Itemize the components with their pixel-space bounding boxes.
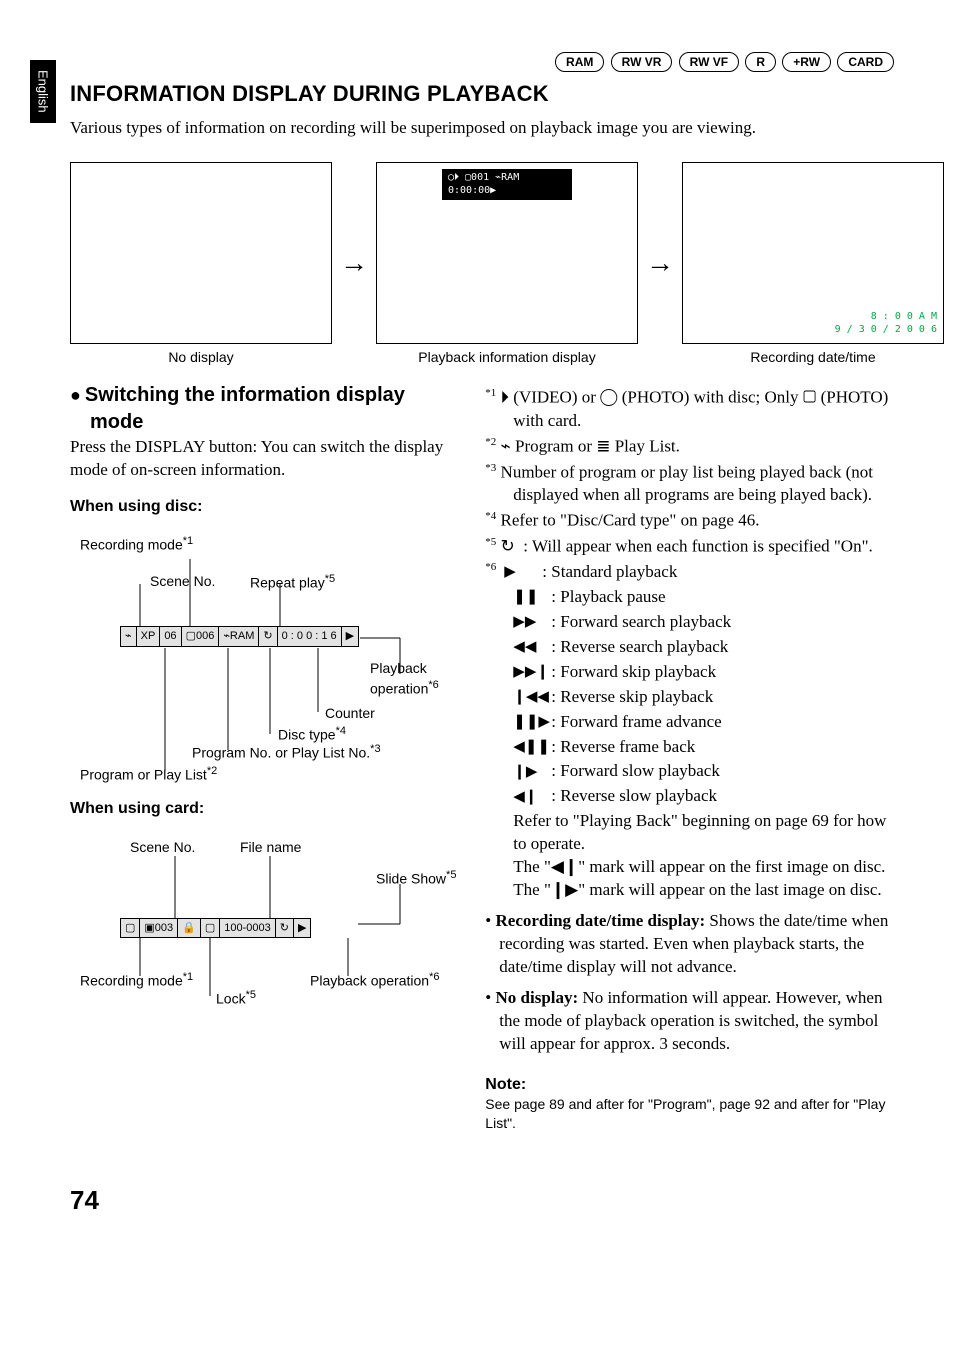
card-osd-bar: ▢ ▣003 🔒 ▢ 100-0003 ↻ ▶ — [120, 918, 311, 939]
label-card-slide-show: Slide Show*5 — [376, 868, 456, 889]
flow-caption-2: Playback information display — [376, 348, 638, 367]
flow-caption-3: Recording date/time — [682, 348, 944, 367]
op-symbol: ❙▶ — [513, 762, 543, 782]
subheading-switch-mode: Switching the information display mode — [70, 382, 457, 436]
label-playback-op: Playback operation*6 — [370, 659, 457, 698]
pill-rwvf: RW VF — [679, 52, 739, 72]
footnote-2: *2 ⌁ Program or ≣ Play List. — [485, 435, 894, 459]
flow-box-3: 8 : 0 0 A M 9 / 3 0 / 2 0 0 6 — [682, 162, 944, 344]
arrow-right-icon: → — [340, 245, 368, 283]
label-card-file-name: File name — [240, 838, 301, 857]
op-symbol: ❙◀◀ — [513, 687, 543, 707]
card-bar-seg: ↻ — [276, 919, 294, 938]
label-card-lock: Lock*5 — [216, 988, 256, 1009]
ops-tail-2: The "◀❙" mark will appear on the first i… — [485, 856, 894, 879]
footnote-4: *4 Refer to "Disc/Card type" on page 46. — [485, 509, 894, 533]
op-symbol: ◀◀ — [513, 637, 543, 657]
op-text: Standard playback — [551, 562, 677, 581]
note-heading: Note: — [485, 1074, 894, 1096]
bullet-recording-date: • Recording date/time display: Shows the… — [485, 910, 894, 979]
pill-ram: RAM — [555, 52, 604, 72]
flow-caption-1: No display — [70, 348, 332, 367]
pill-r: R — [745, 52, 776, 72]
card-bar-seg: ▢ — [201, 919, 220, 938]
when-card-label: When using card: — [70, 798, 457, 820]
op-symbol: ❚❚ — [513, 587, 543, 607]
op-text: Playback pause — [560, 587, 665, 606]
label-repeat-play: Repeat play*5 — [250, 572, 335, 593]
ops-tail-3: The "❙▶" mark will appear on the last im… — [485, 879, 894, 902]
op-text: Reverse frame back — [560, 737, 695, 756]
disc-bar-seg: ⌁RAM — [219, 627, 259, 646]
footnote-1: *1 ⏵ (VIDEO) or ◯ (PHOTO) with disc; Onl… — [485, 386, 894, 433]
label-card-recording-mode: Recording mode*1 — [80, 970, 193, 991]
op-text: Forward search playback — [560, 612, 731, 631]
pill-plusrw: +RW — [782, 52, 831, 72]
disc-bar-seg: XP — [137, 627, 161, 646]
language-tab: English — [30, 60, 56, 123]
bullet-no-display: • No display: No information will appear… — [485, 987, 894, 1056]
op-text: Reverse search playback — [560, 637, 728, 656]
flow-box-1 — [70, 162, 332, 344]
disc-bar-seg: ▢006 — [182, 627, 220, 646]
arrow-right-icon: → — [646, 245, 674, 283]
card-bar-seg: ▢ — [121, 919, 140, 938]
footnote-5: *5 ↻ : Will appear when each function is… — [485, 535, 894, 559]
op-text: Forward skip playback — [560, 662, 716, 681]
label-counter: Counter — [325, 704, 375, 723]
disc-osd-bar: ⌁ XP 06 ▢006 ⌁RAM ↻ 0 : 0 0 : 1 6 ▶ — [120, 626, 359, 647]
label-program-or-playlist: Program or Play List*2 — [80, 764, 217, 785]
disc-bar-seg: ▶ — [342, 627, 358, 646]
op-text: Forward frame advance — [560, 712, 721, 731]
label-card-scene-no: Scene No. — [130, 838, 195, 857]
op-text: Reverse skip playback — [560, 687, 713, 706]
pill-rwvr: RW VR — [611, 52, 673, 72]
when-disc-label: When using disc: — [70, 496, 457, 518]
disc-bar-seg: 0 : 0 0 : 1 6 — [278, 627, 342, 646]
intro-text: Various types of information on recordin… — [70, 117, 894, 140]
pill-card: CARD — [837, 52, 894, 72]
op-symbol: ▶ — [504, 562, 534, 582]
label-card-playback-op: Playback operation*6 — [310, 970, 439, 991]
card-bar-seg: ▣003 — [140, 919, 178, 938]
disc-bar-seg: ↻ — [259, 627, 277, 646]
page-number: 74 — [70, 1183, 894, 1218]
label-scene-no: Scene No. — [150, 572, 215, 591]
label-program-no: Program No. or Play List No.*3 — [192, 742, 381, 763]
datetime-overlay: 8 : 0 0 A M 9 / 3 0 / 2 0 0 6 — [835, 310, 937, 337]
note-body: See page 89 and after for "Program", pag… — [485, 1095, 894, 1133]
media-pill-row: RAM RW VR RW VF R +RW CARD — [70, 50, 894, 73]
card-bar-seg: 🔒 — [178, 919, 201, 938]
disc-bar-seg: 06 — [160, 627, 181, 646]
footnote-6-sup: *6 — [485, 560, 496, 584]
op-symbol: ◀❙ — [513, 787, 543, 807]
op-symbol: ◀❚❚ — [513, 737, 543, 757]
page-title: INFORMATION DISPLAY DURING PLAYBACK — [70, 79, 894, 109]
op-symbol: ▶▶ — [513, 612, 543, 632]
op-symbol: ▶▶❙ — [513, 662, 543, 682]
ops-tail-1: Refer to "Playing Back" beginning on pag… — [485, 810, 894, 856]
disc-bar-seg: ⌁ — [121, 627, 137, 646]
flow-box-2: ◯⏵ ▢001 ⌁RAM 0:00:00▶ — [376, 162, 638, 344]
label-recording-mode: Recording mode*1 — [80, 534, 193, 555]
playback-info-bar: ◯⏵ ▢001 ⌁RAM 0:00:00▶ — [442, 169, 572, 200]
switch-body: Press the DISPLAY button: You can switch… — [70, 436, 457, 482]
card-bar-seg: 100-0003 — [220, 919, 276, 938]
card-bar-seg: ▶ — [294, 919, 310, 938]
op-text: Reverse slow playback — [560, 786, 717, 805]
op-text: Forward slow playback — [560, 761, 720, 780]
footnote-3: *3 Number of program or play list being … — [485, 461, 894, 508]
op-symbol: ❚❚▶ — [513, 712, 543, 732]
